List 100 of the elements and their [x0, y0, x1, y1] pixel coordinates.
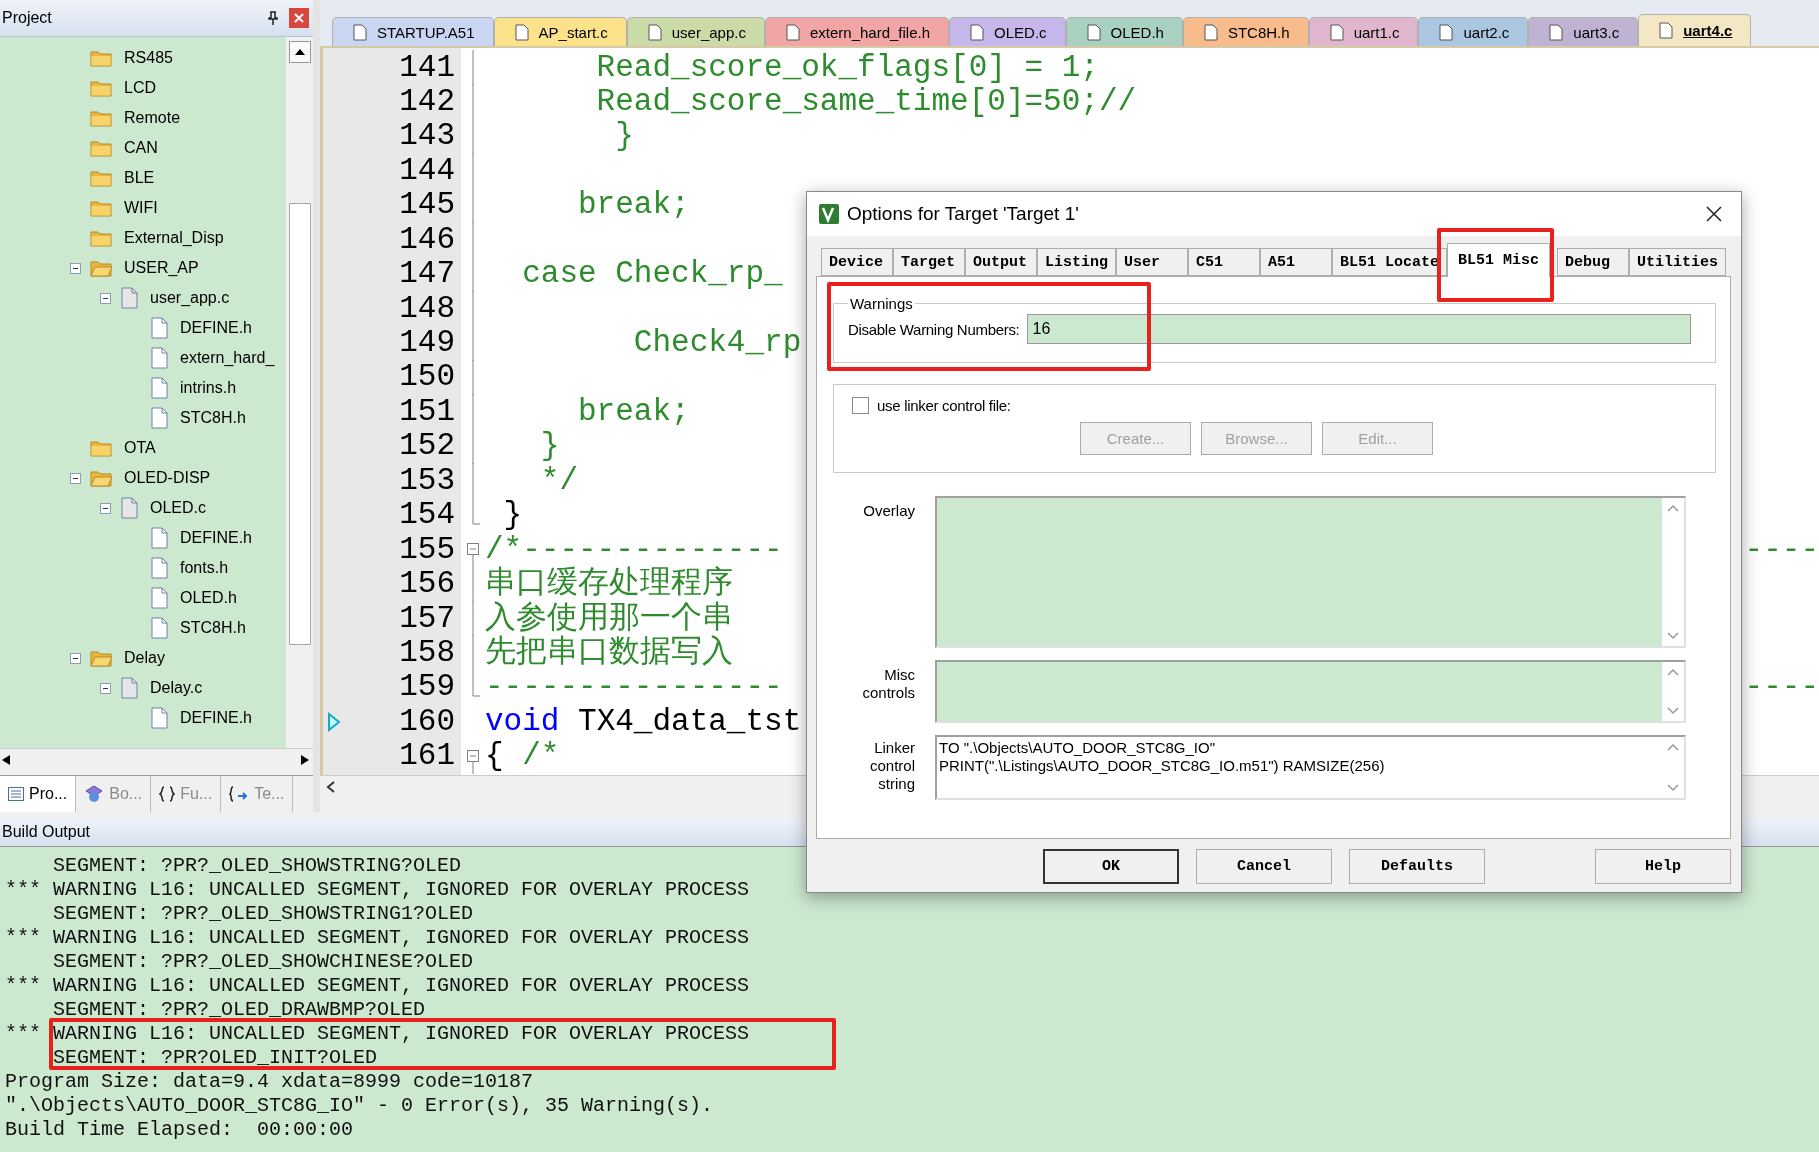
collapse-icon[interactable] — [70, 262, 81, 274]
arrow-left-icon[interactable] — [2, 755, 10, 765]
tree-item[interactable]: External_Disp — [124, 229, 224, 247]
chevron-up-icon[interactable] — [1667, 743, 1679, 751]
file-icon — [1329, 23, 1344, 41]
file-tab[interactable]: OLED.c — [949, 17, 1066, 46]
tree-item[interactable]: fonts.h — [180, 559, 229, 577]
tree-item[interactable]: user_app.c — [150, 289, 230, 307]
file-tab[interactable]: uart2.c — [1418, 17, 1529, 46]
tree-item[interactable]: extern_hard_ — [180, 349, 275, 367]
file-tab[interactable]: AP_start.c — [493, 17, 627, 46]
overlay-field[interactable] — [935, 496, 1686, 648]
file-icon — [150, 347, 168, 369]
dialog-tab[interactable]: Device — [821, 248, 893, 276]
tree-item[interactable]: RS485 — [124, 49, 173, 67]
code-line: 入参使用那一个串 — [485, 601, 733, 636]
dialog-tab[interactable]: User — [1116, 248, 1188, 276]
arrow-left-icon[interactable] — [326, 781, 336, 793]
dialog-title: Options for Target 'Target 1' — [847, 203, 1079, 225]
file-tab[interactable]: extern_hard_file.h — [764, 17, 950, 46]
dialog-tab[interactable]: Target — [893, 248, 965, 276]
folder-icon — [90, 469, 112, 487]
collapse-icon[interactable] — [70, 652, 81, 664]
dialog-tab[interactable]: A51 — [1260, 248, 1332, 276]
folder-icon — [90, 169, 112, 187]
dialog-button[interactable]: OK — [1043, 849, 1179, 884]
dialog-tab[interactable]: Output — [965, 248, 1037, 276]
checkbox-label: use linker control file: — [877, 397, 1011, 414]
tree-item[interactable]: OLED.c — [150, 499, 206, 517]
tree-item[interactable]: DEFINE.h — [180, 529, 252, 547]
tree-item[interactable]: Delay.c — [150, 679, 203, 697]
tree-item[interactable]: BLE — [124, 169, 155, 187]
line-number: 157 — [399, 601, 456, 636]
dialog-button[interactable]: Help — [1595, 849, 1731, 884]
file-icon — [785, 23, 800, 41]
line-number: 143 — [399, 119, 456, 154]
chevron-down-icon[interactable] — [1667, 632, 1679, 640]
file-tab[interactable]: uart4.c — [1638, 14, 1752, 46]
file-tab[interactable]: uart1.c — [1308, 17, 1419, 46]
tree-item[interactable]: intrins.h — [180, 379, 237, 397]
file-icon — [150, 707, 168, 729]
tree-item[interactable]: DEFINE.h — [180, 709, 252, 727]
file-icon — [120, 287, 138, 309]
tree-item[interactable]: USER_AP — [124, 259, 199, 277]
scroll-up-button[interactable] — [288, 41, 311, 63]
chevron-down-icon[interactable] — [1667, 784, 1679, 792]
dialog-tab[interactable]: BL51 Misc — [1447, 243, 1551, 277]
output-line: Build Time Elapsed: 00:00:00 — [5, 1118, 354, 1142]
collapse-icon[interactable] — [70, 472, 81, 484]
arrow-right-icon[interactable] — [301, 755, 311, 765]
file-icon — [1439, 23, 1454, 41]
collapse-icon[interactable] — [100, 292, 111, 304]
dialog-tab[interactable]: Debug — [1557, 248, 1630, 276]
field-label: Disable Warning Numbers: — [848, 320, 1020, 338]
dialog-button[interactable]: Cancel — [1196, 849, 1332, 884]
output-line: SEGMENT: ?PR?_OLED_SHOWCHINESE?OLED — [52, 950, 474, 974]
misc-controls-field[interactable] — [935, 660, 1686, 723]
pin-icon[interactable] — [267, 11, 279, 25]
code-line: } — [614, 119, 634, 154]
chevron-up-icon[interactable] — [1667, 668, 1679, 676]
code-line: { /* — [485, 739, 560, 774]
scrollbar[interactable] — [285, 37, 313, 748]
linker-control-string-field[interactable]: TO ".\Objects\AUTO_DOOR_STC8G_IO" PRINT(".\Listings\AUTO_DOOR_STC8G_IO.m51") RAMSIZE(256) — [935, 735, 1686, 800]
tree-item[interactable]: DEFINE.h — [180, 319, 252, 337]
tree-item[interactable]: OLED-DISP — [124, 469, 211, 487]
file-tab[interactable]: STC8H.h — [1182, 17, 1309, 46]
collapse-icon[interactable] — [100, 682, 111, 694]
chevron-down-icon[interactable] — [1667, 707, 1679, 715]
file-tab[interactable]: user_app.c — [626, 17, 765, 46]
checkbox[interactable] — [852, 397, 869, 414]
collapse-icon[interactable] — [100, 502, 111, 514]
arrow-up-icon — [294, 49, 305, 55]
dialog-tab[interactable]: C51 — [1188, 248, 1260, 276]
code-line: case Check_rp_ — [521, 257, 783, 292]
file-tab[interactable]: uart3.c — [1528, 17, 1639, 46]
file-tab[interactable]: STARTUP.A51 — [332, 17, 494, 46]
chevron-up-icon[interactable] — [1667, 504, 1679, 512]
tree-item[interactable]: STC8H.h — [180, 409, 246, 427]
tree-item[interactable]: STC8H.h — [180, 619, 246, 637]
tree-item[interactable]: OTA — [124, 439, 156, 457]
file-tab[interactable]: OLED.h — [1065, 17, 1183, 46]
dialog-tab[interactable]: BL51 Locate — [1332, 248, 1448, 276]
tree-item[interactable]: OLED.h — [180, 589, 237, 607]
file-icon — [150, 527, 168, 549]
dialog-tab[interactable]: Listing — [1037, 248, 1116, 276]
dialog-button[interactable]: Defaults — [1349, 849, 1485, 884]
panel-tab[interactable]: Pro... — [0, 776, 77, 812]
line-number: 151 — [399, 394, 456, 429]
tree-item[interactable]: Remote — [124, 109, 181, 127]
field-label: Overlay — [863, 501, 915, 520]
warning-numbers-field[interactable]: 16 — [1027, 314, 1691, 344]
tree-item[interactable]: CAN — [124, 139, 158, 157]
tree-item[interactable]: Delay — [124, 649, 165, 667]
file-icon — [1203, 23, 1218, 41]
code-line: break; — [577, 188, 690, 223]
code-line: 串口缓存处理程序 — [485, 567, 733, 602]
tree-item[interactable]: LCD — [124, 79, 156, 97]
scrollbar-thumb[interactable] — [288, 203, 311, 645]
dialog-tab[interactable]: Utilities — [1629, 248, 1727, 276]
tree-item[interactable]: WIFI — [124, 199, 158, 217]
